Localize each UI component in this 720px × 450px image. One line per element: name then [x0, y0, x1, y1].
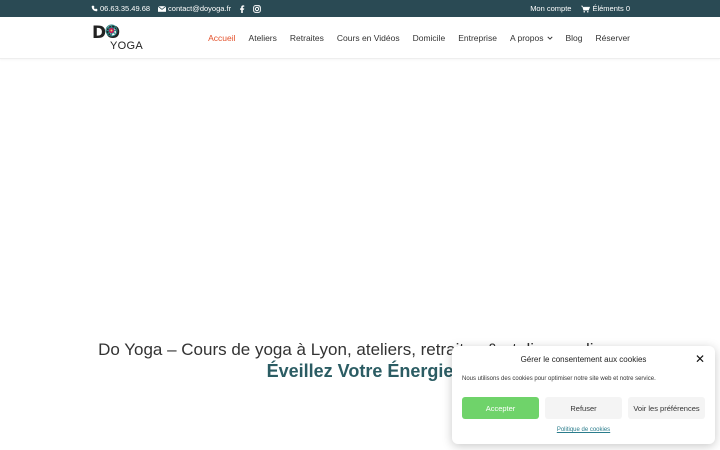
instagram-link[interactable] [253, 4, 261, 13]
facebook-link[interactable] [239, 4, 245, 13]
nav-item-domicile[interactable]: Domicile [413, 33, 446, 43]
phone-icon [91, 5, 98, 12]
cookie-policy-link[interactable]: Politique de cookies [452, 427, 715, 433]
nav-item-entreprise[interactable]: Entreprise [458, 33, 497, 43]
nav-item-reserver[interactable]: Réserver [596, 33, 630, 43]
envelope-icon [158, 5, 167, 12]
nav-item-a-propos-label: A propos [509, 33, 544, 43]
email-address: contact@doyoga.fr [168, 4, 232, 13]
phone-link[interactable]: 06.63.35.49.68 [91, 4, 150, 13]
cookie-message: Nous utilisons des cookies pour optimise… [462, 376, 656, 382]
nav-item-retraites[interactable]: Retraites [290, 33, 324, 43]
cookie-preferences-button[interactable]: Voir les préférences [628, 397, 705, 419]
main-header: DO YOGA Accueil Ateliers Retraites Cours… [0, 17, 720, 59]
top-bar-contacts: 06.63.35.49.68 contact@doyoga.fr [91, 0, 261, 17]
nav-item-ateliers[interactable]: Ateliers [249, 33, 277, 43]
nav-item-accueil[interactable]: Accueil [208, 33, 235, 43]
nav-item-a-propos[interactable]: A propos [510, 33, 553, 43]
top-bar: 06.63.35.49.68 contact@doyoga.fr Mon com… [0, 0, 720, 17]
facebook-icon [239, 4, 245, 13]
logo-yoga: YOGA [110, 40, 143, 52]
nav-item-blog[interactable]: Blog [566, 33, 583, 43]
site-logo[interactable]: DO YOGA [92, 22, 152, 56]
accept-cookies-button[interactable]: Accepter [462, 397, 539, 419]
chevron-down-icon [546, 36, 553, 40]
refuse-cookies-button[interactable]: Refuser [545, 397, 622, 419]
email-link[interactable]: contact@doyoga.fr [158, 4, 231, 13]
account-link[interactable]: Mon compte [530, 4, 571, 13]
main-nav: Accueil Ateliers Retraites Cours en Vidé… [208, 17, 630, 59]
phone-number: 06.63.35.49.68 [100, 4, 151, 13]
close-icon[interactable]: ✕ [695, 352, 705, 366]
top-bar-account: Mon compte Éléments 0 [530, 0, 630, 17]
cookie-buttons: Accepter Refuser Voir les préférences [462, 397, 705, 419]
cookie-dialog-title: Gérer le consentement aux cookies [520, 355, 647, 364]
cookie-consent-dialog: Gérer le consentement aux cookies ✕ Nous… [452, 346, 715, 444]
instagram-icon [253, 4, 261, 13]
cart-link[interactable]: Éléments 0 [581, 4, 630, 13]
cart-icon [581, 5, 591, 13]
cart-count: Éléments 0 [592, 4, 630, 13]
nav-item-cours-videos[interactable]: Cours en Vidéos [337, 33, 400, 43]
